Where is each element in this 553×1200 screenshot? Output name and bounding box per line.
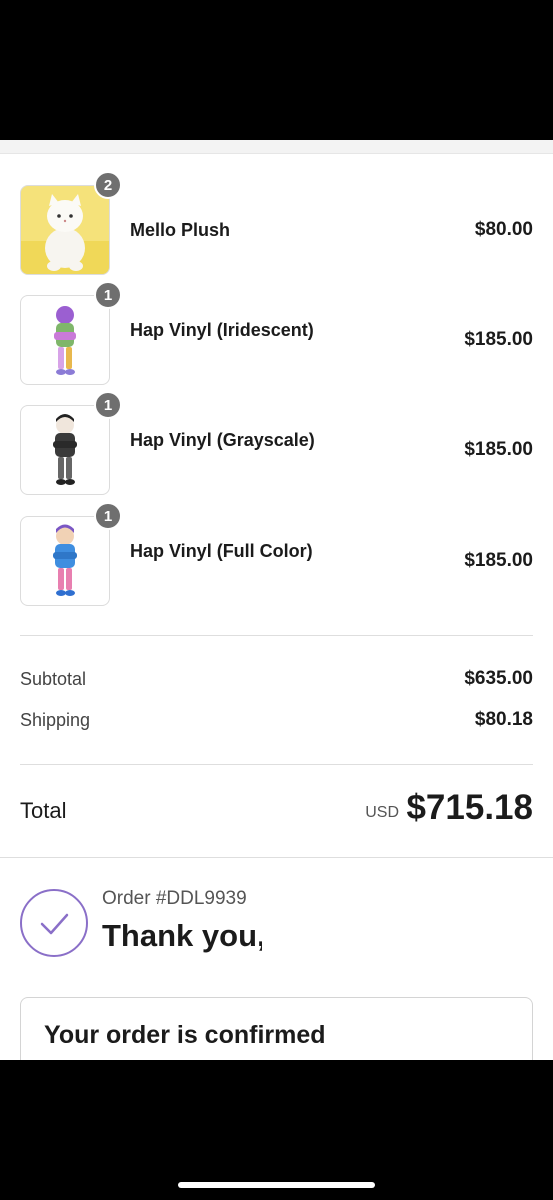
thank-you-heading: Thank you, <box>102 918 266 953</box>
order-status-page: 2 Mello Plush $80.00 1 Hap Vinyl (Irides… <box>0 140 553 1060</box>
top-strip <box>0 140 553 154</box>
shipping-label: Shipping <box>20 710 91 730</box>
total-value: $715.18 <box>406 788 533 827</box>
item-name: Mello Plush <box>130 220 231 240</box>
order-number: Order #DDL9939 <box>102 888 247 909</box>
item-name: Hap Vinyl (Iridescent) <box>130 320 314 340</box>
item-price: $185.00 <box>464 550 533 571</box>
white-cat-plush-image <box>21 194 109 274</box>
product-image <box>20 405 110 495</box>
line-item: 2 Mello Plush $80.00 <box>0 171 553 275</box>
card-title: Your order is confirmed <box>44 1021 326 1049</box>
full-color-vinyl-figure-image <box>53 524 77 596</box>
quantity-badge: 1 <box>94 391 122 419</box>
product-image <box>20 295 110 385</box>
navigation-bar-area <box>0 1060 553 1200</box>
item-name: Hap Vinyl (Full Color) <box>130 541 313 561</box>
iridescent-vinyl-figure-image <box>54 306 76 375</box>
redacted-name <box>262 928 472 954</box>
item-price: $185.00 <box>464 439 533 460</box>
item-price: $80.00 <box>474 219 533 240</box>
quantity-badge: 1 <box>94 281 122 309</box>
quantity-badge: 1 <box>94 502 122 530</box>
line-item: 1 Hap Vinyl (Full Color) $185.00 <box>0 502 553 606</box>
section-divider <box>0 857 553 858</box>
subtotal-value: $635.00 <box>464 668 533 689</box>
line-item: 1 Hap Vinyl (Iridescent) $185.00 <box>0 281 553 385</box>
grayscale-vinyl-figure-image <box>53 414 77 485</box>
order-confirmed-card: Your order is confirmed <box>20 997 533 1060</box>
home-indicator[interactable] <box>178 1182 375 1188</box>
checkmark-circle-icon <box>20 889 88 957</box>
line-item: 1 Hap Vinyl (Grayscale) $185.00 <box>0 391 553 495</box>
total-label: Total <box>20 798 67 823</box>
product-image <box>20 185 110 275</box>
divider <box>20 764 533 765</box>
product-image <box>20 516 110 606</box>
status-bar-area <box>0 0 553 140</box>
divider <box>20 635 533 636</box>
item-name: Hap Vinyl (Grayscale) <box>130 430 315 450</box>
subtotal-label: Subtotal <box>20 669 87 689</box>
item-price: $185.00 <box>464 329 533 350</box>
shipping-value: $80.18 <box>474 709 533 730</box>
currency-code: USD <box>365 804 399 821</box>
quantity-badge: 2 <box>94 171 122 199</box>
